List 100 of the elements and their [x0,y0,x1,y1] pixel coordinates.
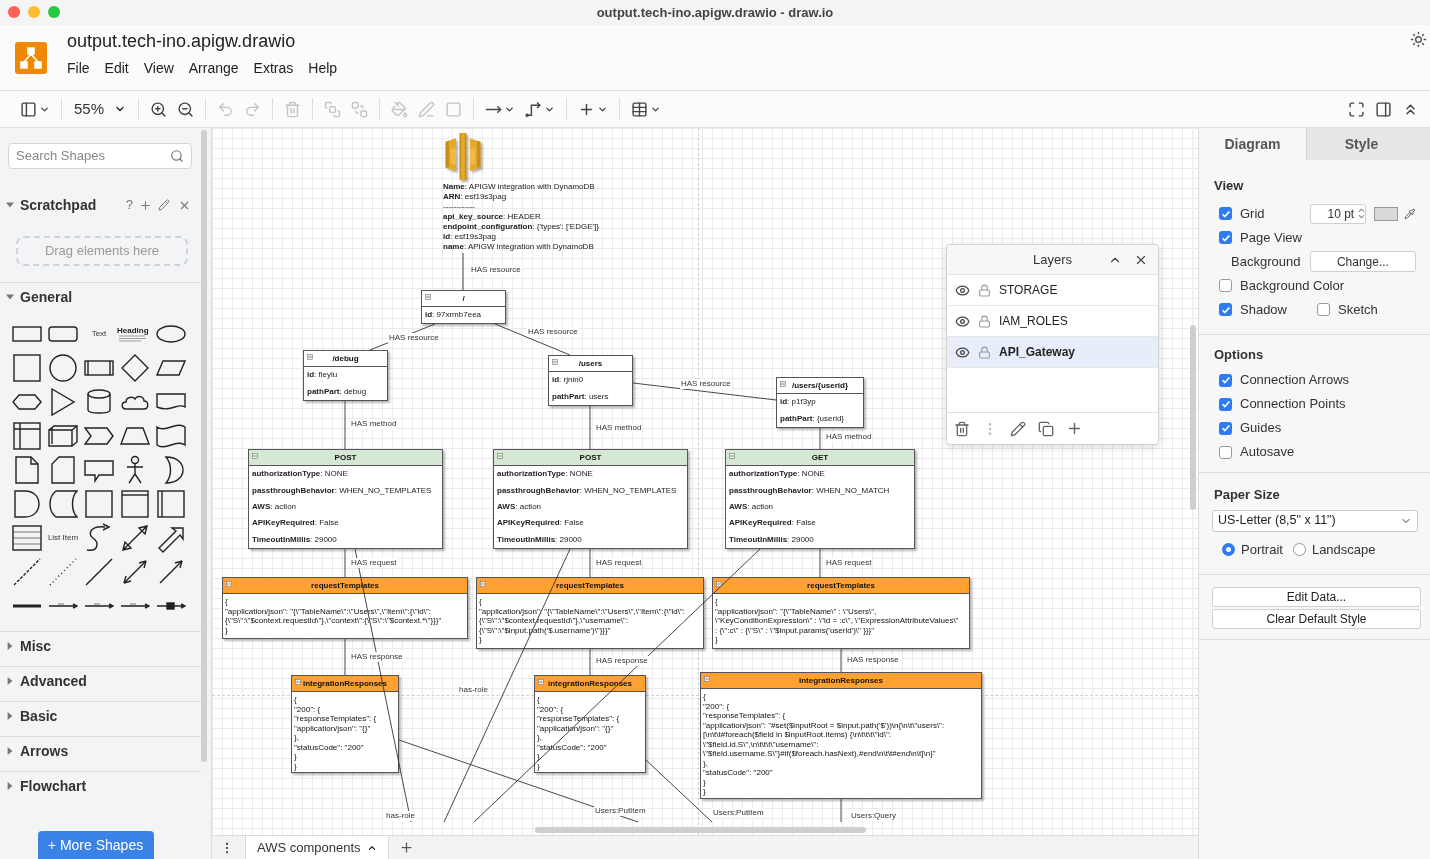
checkbox[interactable] [1317,303,1330,316]
node-header[interactable]: integrationResponses [535,676,645,692]
edge-label[interactable]: HAS resource [527,327,579,337]
menu-item[interactable]: Help [308,58,338,79]
edge-label[interactable]: HAS response [595,656,649,666]
theme-icon[interactable] [1410,31,1427,48]
edge-label[interactable]: has-role [385,811,416,821]
grid-size-field[interactable]: 10 pt [1309,203,1367,224]
edge-label[interactable]: HAS request [595,558,643,568]
table-node[interactable]: /users/{userid} id: p1f3yp pathPart: {userid} [776,377,864,428]
node-header[interactable]: POST [249,450,442,466]
textbox-shape[interactable]: Heading [117,325,153,343]
lock-icon[interactable] [978,283,991,297]
help-button[interactable]: ? [125,195,133,215]
double-arrow-icon[interactable] [120,523,150,553]
circle-icon[interactable] [48,353,78,383]
collapsed-triangle-icon[interactable] [6,642,14,650]
visibility-icon[interactable] [955,313,970,329]
edge-label[interactable]: HAS method [595,423,643,433]
spinner-icon[interactable] [1358,207,1366,220]
file-name[interactable]: output.tech-ino.apigw.drawio [67,30,338,52]
menu-item[interactable]: File [67,58,90,79]
edge-label[interactable]: HAS method [825,432,873,442]
node-header[interactable]: integrationResponses [701,673,981,689]
panel-button[interactable]: Clear Default Style [1212,608,1421,629]
table-node[interactable]: requestTemplates { "application/json": "{\"TableName\" : \"Users\", \"KeyConditionExpression\" : \"id = :c\", \"ExpressionAttributeValues\" : {\":c\" : {\"S\" : \"$input.params('userid')\" }}}" } [712,577,970,649]
node-header[interactable]: /users/{userid} [777,378,863,394]
visibility-icon[interactable] [955,282,970,298]
table-node[interactable]: requestTemplates { "application/json": "{\"TableName\":\"Users\",\"Item\":{\"id\": {\"S\":\"$context.requestId\"},\"context\":{\"S\":\"$context.*\"}}}" } [222,577,468,639]
node-header[interactable]: requestTemplates [223,578,467,594]
dotted-line-icon[interactable] [48,557,78,587]
checkbox[interactable] [1219,231,1232,244]
internal-storage-icon[interactable] [12,421,42,451]
change-button[interactable]: Change... [1309,251,1416,272]
close-icon[interactable] [1134,253,1148,267]
data-storage-icon[interactable] [48,489,78,519]
list-item-shape[interactable]: List Item [47,532,79,544]
checkbox[interactable] [1219,397,1232,411]
node-header[interactable]: GET [726,450,914,466]
visibility-icon[interactable] [955,344,970,360]
add-icon[interactable] [1066,420,1083,437]
edge-label[interactable]: HAS resource [680,379,732,389]
table-node[interactable]: POST authorizationType: NONE passthroughBehavior: WHEN_NO_TEMPLATES AWS: action APIKeyRequired: False TimeoutInMillis: 29000 [248,449,443,549]
node-header[interactable]: integrationResponses [292,676,398,692]
note-icon[interactable] [12,455,42,485]
edge-label[interactable]: HAS resource [388,333,440,343]
text-shape[interactable]: Text [91,328,107,340]
layer-row[interactable]: STORAGE [947,275,1158,306]
radio-button[interactable] [1222,543,1235,556]
sidebar-section[interactable]: Basic [0,704,201,728]
checkbox[interactable] [1219,445,1232,459]
edge-label[interactable]: HAS request [825,558,873,568]
edge-label[interactable]: Users:PutItem [712,808,765,818]
duplicate-icon[interactable] [1038,420,1054,437]
swimlane-icon[interactable] [156,489,186,519]
expanded-triangle-icon[interactable] [6,293,14,301]
node-header[interactable]: / [422,291,505,307]
node-header[interactable]: requestTemplates [477,578,703,594]
paper-size-select[interactable]: US-Letter (8,5" x 11") [1212,509,1418,532]
node-header[interactable]: POST [494,450,687,466]
menu-item[interactable]: Edit [104,58,129,79]
collapsed-triangle-icon[interactable] [6,712,14,720]
table-node[interactable]: /users id: rjnin0 pathPart: users [548,355,633,406]
scrollbar[interactable] [535,827,866,833]
add-page-icon[interactable] [398,840,414,855]
sidebar-section[interactable]: General [0,285,201,309]
edge-label[interactable]: HAS response [846,655,900,665]
edge-label[interactable]: Users:Query [850,811,897,821]
square-icon[interactable] [12,353,42,383]
edit-icon[interactable] [1010,420,1026,437]
scrollbar[interactable] [1190,325,1196,510]
checkbox[interactable] [1219,373,1232,387]
panel-button[interactable]: Edit Data... [1212,586,1421,607]
collapsed-triangle-icon[interactable] [6,677,14,685]
node-header[interactable]: /users [549,356,632,372]
more-shapes-button[interactable]: + More Shapes [37,831,154,859]
dashed-line-icon[interactable] [12,557,42,587]
card-icon[interactable] [48,455,78,485]
table-node[interactable] [700,672,982,799]
expanded-triangle-icon[interactable] [6,201,14,209]
sidebar-section[interactable]: Arrows [0,739,201,763]
sidebar-section[interactable]: Advanced [0,669,201,693]
table-node[interactable]: GET authorizationType: NONE passthroughBehavior: WHEN_NO_MATCH AWS: action APIKeyRequired: False TimeoutInMillis: 29000 [725,449,915,549]
page-tab[interactable]: AWS components [245,835,389,859]
table-node[interactable]: requestTemplates { "application/json": "{\"TableName\":\"Users\",\"Item\":{\"id\": {\"S\":\"$context.requestId\"},\"username\": {\"S\":\"$input.path('$.username')\"}}}" } [476,577,704,649]
scrollbar[interactable] [201,130,207,762]
collapse-icon[interactable] [716,581,722,587]
sidebar-section[interactable]: Flowchart [0,774,201,798]
checkbox[interactable] [1219,421,1232,435]
edge-label[interactable]: has-role [458,685,489,695]
close-window-button[interactable] [8,6,20,18]
panel-tab[interactable]: Diagram [1199,128,1306,160]
edge-label[interactable]: HAS response [350,652,404,662]
container-icon[interactable] [84,489,114,519]
collapsed-triangle-icon[interactable] [6,747,14,755]
table-node[interactable]: /debug id: fieylu pathPart: debug [303,350,388,401]
grid-color-swatch[interactable] [1374,206,1399,221]
cylinder-icon[interactable] [84,387,114,417]
search-field[interactable]: Search Shapes [8,143,192,169]
delete-icon[interactable] [954,420,970,437]
